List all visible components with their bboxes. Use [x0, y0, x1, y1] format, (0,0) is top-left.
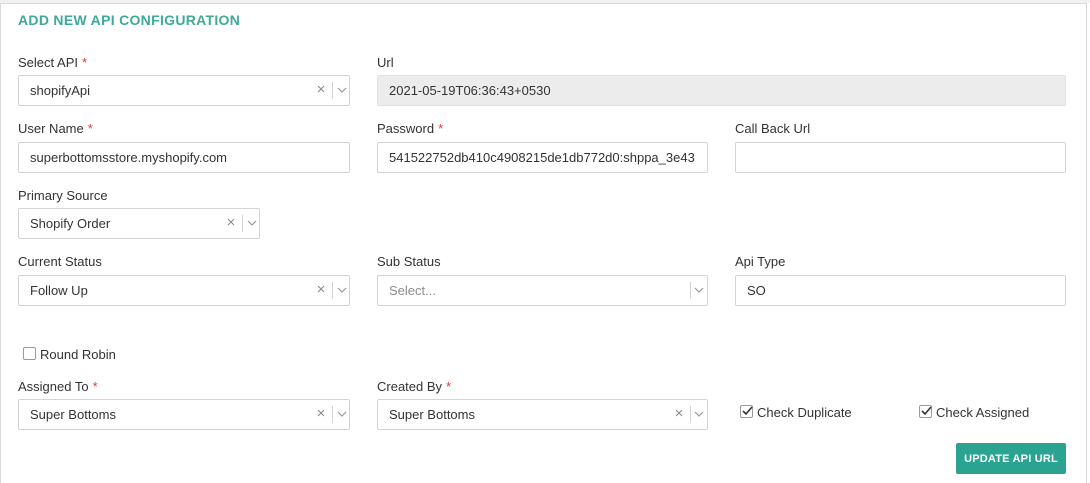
- created-by-dropdown[interactable]: Super Bottoms ×: [377, 399, 708, 430]
- assigned-to-label-text: Assigned To: [18, 379, 89, 394]
- check-assigned-checkbox[interactable]: [919, 405, 932, 418]
- current-status-dropdown[interactable]: Follow Up ×: [18, 275, 350, 306]
- select-separator: [332, 82, 333, 99]
- password-label: Password *: [377, 121, 443, 136]
- close-icon[interactable]: ×: [313, 400, 329, 429]
- chevron-down-icon[interactable]: [691, 400, 707, 429]
- check-assigned-label: Check Assigned: [936, 405, 1030, 420]
- required-asterisk: *: [438, 121, 444, 136]
- sub-status-dropdown[interactable]: Select...: [377, 275, 708, 306]
- chevron-down-icon[interactable]: [691, 276, 707, 305]
- chevron-down-icon[interactable]: [334, 276, 349, 305]
- current-status-value: Follow Up: [30, 283, 88, 298]
- assigned-to-label: Assigned To *: [18, 379, 98, 394]
- select-separator: [242, 215, 243, 232]
- update-api-url-button[interactable]: UPDATE API URL: [956, 443, 1066, 474]
- close-icon[interactable]: ×: [671, 400, 687, 429]
- primary-source-value: Shopify Order: [30, 216, 111, 231]
- api-type-label: Api Type: [735, 254, 786, 269]
- api-type-value: SO: [747, 283, 766, 298]
- check-duplicate-checkbox[interactable]: [740, 405, 753, 418]
- user-name-label-text: User Name: [18, 121, 84, 136]
- close-icon[interactable]: ×: [223, 209, 239, 238]
- user-name-value: superbottomsstore.myshopify.com: [30, 150, 227, 165]
- assigned-to-value: Super Bottoms: [30, 407, 116, 422]
- select-separator: [332, 406, 333, 423]
- chevron-down-icon[interactable]: [334, 400, 349, 429]
- page-title: ADD NEW API CONFIGURATION: [18, 12, 241, 28]
- required-asterisk: *: [446, 379, 452, 394]
- user-name-input[interactable]: superbottomsstore.myshopify.com: [18, 142, 350, 173]
- password-value: 541522752db410c4908215de1db772d0:shppa_3…: [389, 150, 695, 165]
- assigned-to-dropdown[interactable]: Super Bottoms ×: [18, 399, 350, 430]
- created-by-value: Super Bottoms: [389, 407, 475, 422]
- check-duplicate-label: Check Duplicate: [757, 405, 852, 420]
- select-separator: [332, 282, 333, 299]
- url-input: 2021-05-19T06:36:43+0530: [377, 75, 1066, 106]
- required-asterisk: *: [92, 379, 98, 394]
- select-api-label: Select API *: [18, 55, 87, 70]
- url-value: 2021-05-19T06:36:43+0530: [389, 83, 551, 98]
- created-by-label: Created By *: [377, 379, 451, 394]
- chevron-down-icon[interactable]: [334, 76, 349, 105]
- checkmark-icon: [921, 406, 932, 416]
- sub-status-label: Sub Status: [377, 254, 441, 269]
- close-icon[interactable]: ×: [313, 76, 329, 105]
- call-back-url-input[interactable]: [735, 142, 1066, 173]
- password-label-text: Password: [377, 121, 435, 136]
- call-back-url-label: Call Back Url: [735, 121, 811, 136]
- required-asterisk: *: [81, 55, 88, 70]
- primary-source-dropdown[interactable]: Shopify Order ×: [18, 208, 260, 239]
- close-icon[interactable]: ×: [313, 276, 329, 305]
- user-name-label: User Name *: [18, 121, 93, 136]
- current-status-label: Current Status: [18, 254, 102, 269]
- url-label: Url: [377, 55, 394, 70]
- chevron-down-icon[interactable]: [244, 209, 259, 238]
- select-api-label-text: Select API: [18, 55, 78, 70]
- round-robin-checkbox[interactable]: [23, 347, 36, 360]
- primary-source-label: Primary Source: [18, 188, 108, 203]
- select-api-value: shopifyApi: [30, 83, 90, 98]
- password-input[interactable]: 541522752db410c4908215de1db772d0:shppa_3…: [377, 142, 708, 173]
- round-robin-label: Round Robin: [40, 347, 116, 362]
- checkmark-icon: [742, 406, 753, 416]
- created-by-label-text: Created By: [377, 379, 443, 394]
- sub-status-placeholder: Select...: [389, 283, 436, 298]
- required-asterisk: *: [87, 121, 93, 136]
- api-type-input[interactable]: SO: [735, 275, 1066, 306]
- select-api-dropdown[interactable]: shopifyApi ×: [18, 75, 350, 106]
